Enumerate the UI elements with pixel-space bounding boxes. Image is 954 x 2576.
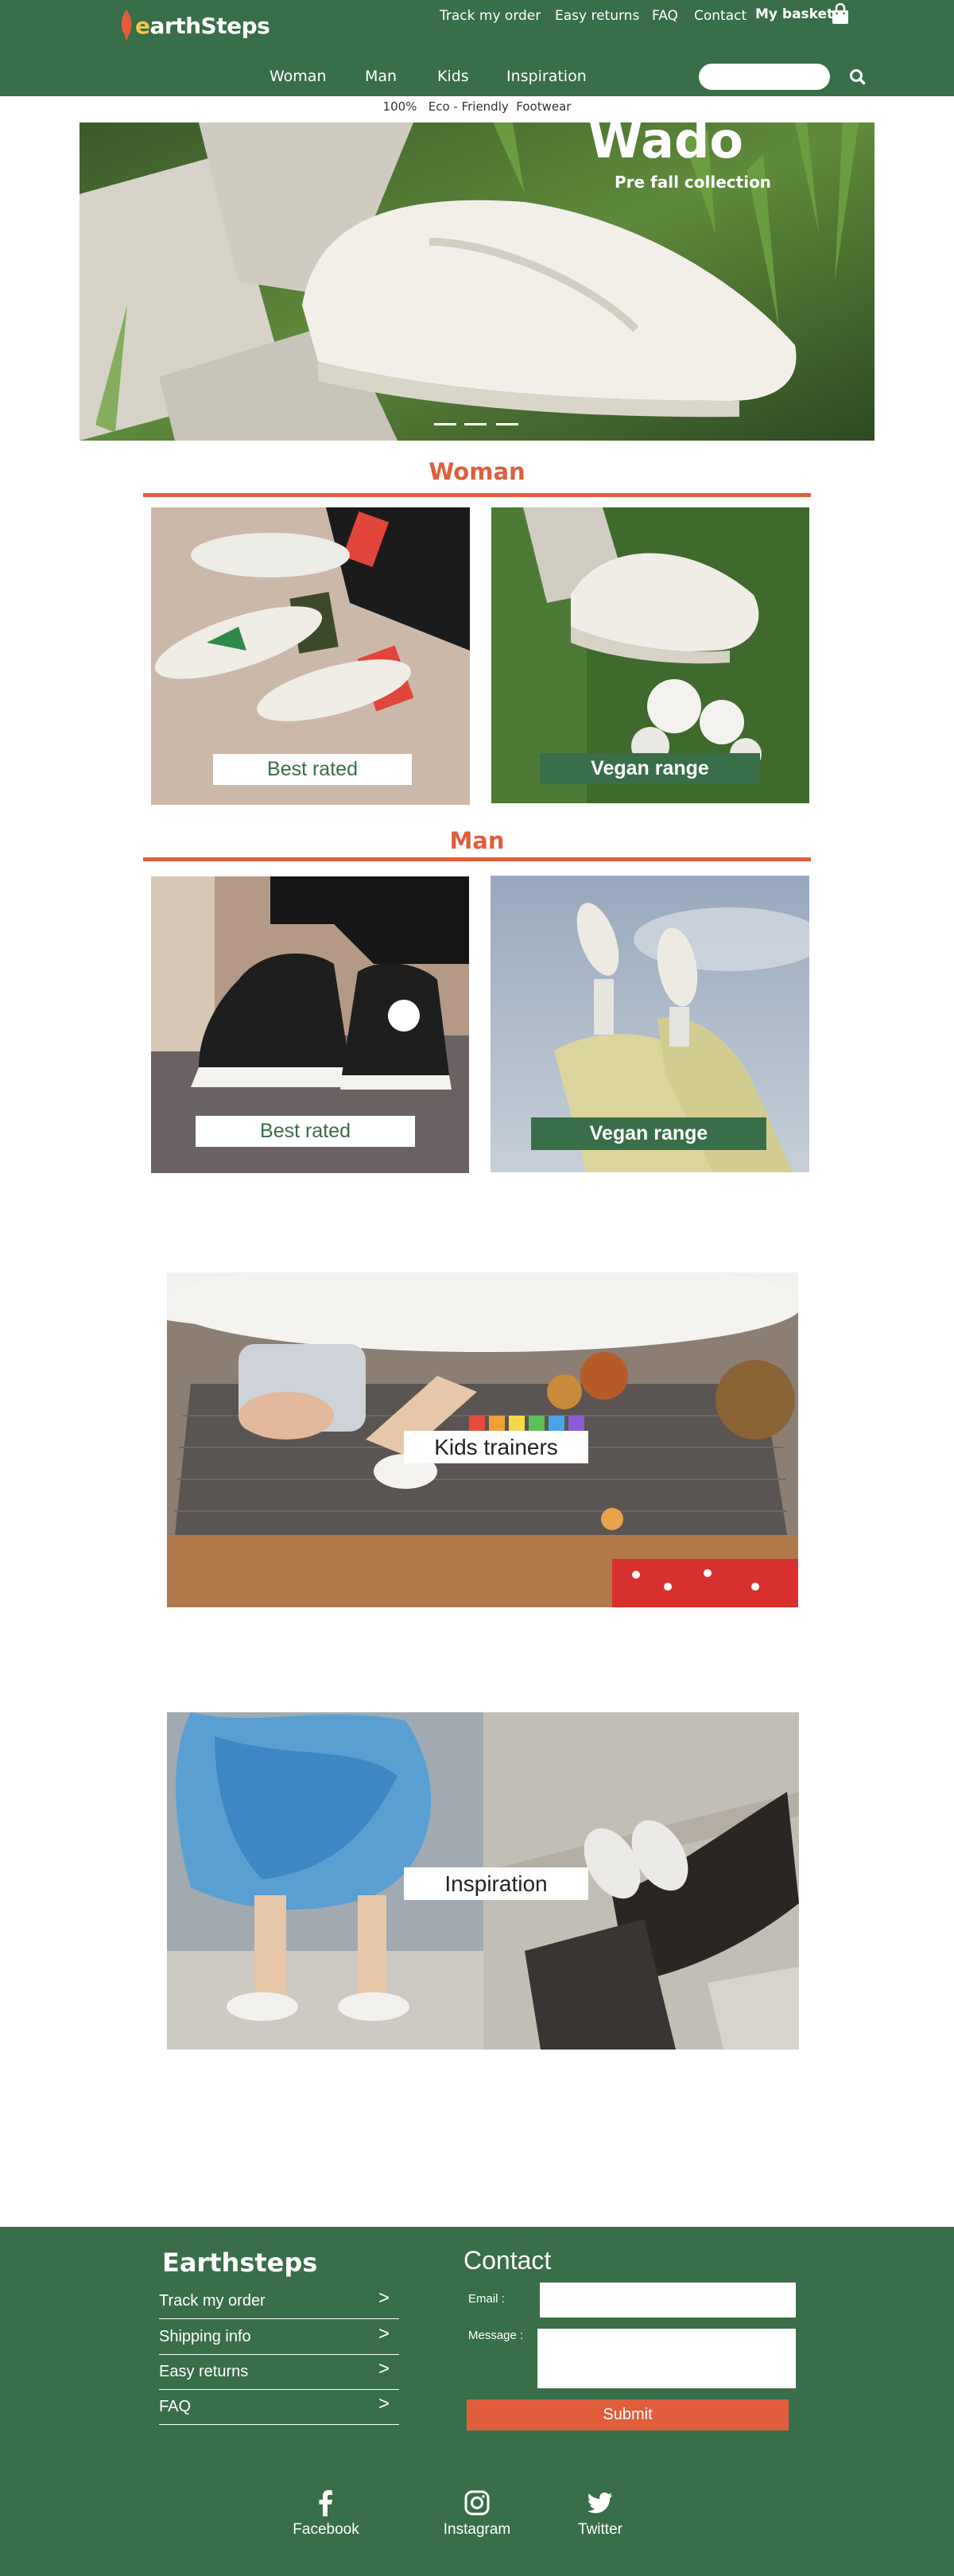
search-icon <box>850 69 866 85</box>
hero-subtitle: Pre fall collection <box>615 173 772 192</box>
carousel-dot-2[interactable] <box>464 423 487 425</box>
footer-link-easy-returns[interactable]: Easy returns > <box>159 2355 399 2390</box>
contact-title: Contact <box>463 2246 552 2275</box>
inspiration-label[interactable]: Inspiration <box>404 1867 588 1900</box>
footer-link-faq[interactable]: FAQ > <box>159 2390 399 2425</box>
chevron-right-icon: > <box>378 2393 390 2415</box>
facebook-icon <box>319 2490 332 2516</box>
twitter-label: Twitter <box>578 2521 622 2538</box>
carousel-dot-1[interactable] <box>434 423 456 425</box>
vegan-range-label[interactable]: Vegan range <box>540 753 760 784</box>
instagram-icon <box>464 2490 490 2516</box>
section-divider <box>143 857 811 861</box>
best-rated-label[interactable]: Best rated <box>213 754 412 785</box>
chevron-right-icon: > <box>378 2323 390 2345</box>
chevron-right-icon: > <box>378 2287 390 2309</box>
basket-link[interactable]: My basket <box>755 6 833 22</box>
top-link-contact[interactable]: Contact <box>694 8 747 24</box>
leaf-logo-icon <box>121 10 132 41</box>
section-divider <box>143 493 811 497</box>
nav-man[interactable]: Man <box>365 68 397 85</box>
social-instagram[interactable]: Instagram <box>429 2489 525 2539</box>
vegan-range-label[interactable]: Vegan range <box>531 1117 766 1150</box>
best-rated-label[interactable]: Best rated <box>196 1116 415 1147</box>
logo[interactable]: earthSteps <box>119 3 270 48</box>
footer-link-label: Shipping info <box>159 2328 251 2345</box>
instagram-label: Instagram <box>443 2521 511 2538</box>
top-link-easy-returns[interactable]: Easy returns <box>555 8 639 24</box>
logo-text: earthSteps <box>135 12 270 39</box>
chevron-right-icon: > <box>378 2358 390 2380</box>
search-button[interactable] <box>846 65 870 89</box>
social-twitter[interactable]: Twitter <box>553 2489 648 2539</box>
footer-link-label: FAQ <box>159 2398 192 2415</box>
email-field[interactable] <box>540 2283 796 2318</box>
top-link-faq[interactable]: FAQ <box>652 8 678 24</box>
footer-link-label: Easy returns <box>159 2363 249 2380</box>
facebook-label: Facebook <box>293 2521 359 2538</box>
message-label: Message : <box>468 2329 524 2342</box>
carousel-dot-3[interactable] <box>496 423 518 425</box>
hero-image-sneaker <box>80 122 874 441</box>
tagline: 100% Eco - Friendly Footwear <box>382 99 572 114</box>
hero-banner[interactable] <box>80 122 874 441</box>
footer-link-shipping-info[interactable]: Shipping info > <box>159 2320 399 2355</box>
submit-button[interactable]: Submit <box>467 2399 789 2430</box>
nav-kids[interactable]: Kids <box>437 68 469 85</box>
search-input[interactable] <box>699 64 830 90</box>
shopping-bag-icon[interactable] <box>831 3 850 25</box>
nav-woman[interactable]: Woman <box>270 68 327 85</box>
top-link-track-order[interactable]: Track my order <box>440 8 541 24</box>
nav-inspiration[interactable]: Inspiration <box>506 68 587 85</box>
site-header: earthSteps Track my order Easy returns F… <box>0 0 954 96</box>
social-facebook[interactable]: Facebook <box>278 2489 374 2539</box>
site-footer: Earthsteps Track my order > Shipping inf… <box>0 2227 954 2576</box>
email-label: Email : <box>468 2292 505 2306</box>
footer-link-label: Track my order <box>159 2292 266 2310</box>
section-title-man: Man <box>449 827 505 854</box>
footer-brand: Earthsteps <box>162 2248 318 2278</box>
message-field[interactable] <box>537 2329 796 2388</box>
hero-title: Wado <box>588 111 743 169</box>
footer-link-track-order[interactable]: Track my order > <box>159 2284 399 2319</box>
section-title-woman: Woman <box>429 458 525 485</box>
twitter-icon <box>587 2492 612 2513</box>
kids-trainers-label[interactable]: Kids trainers <box>404 1431 588 1463</box>
